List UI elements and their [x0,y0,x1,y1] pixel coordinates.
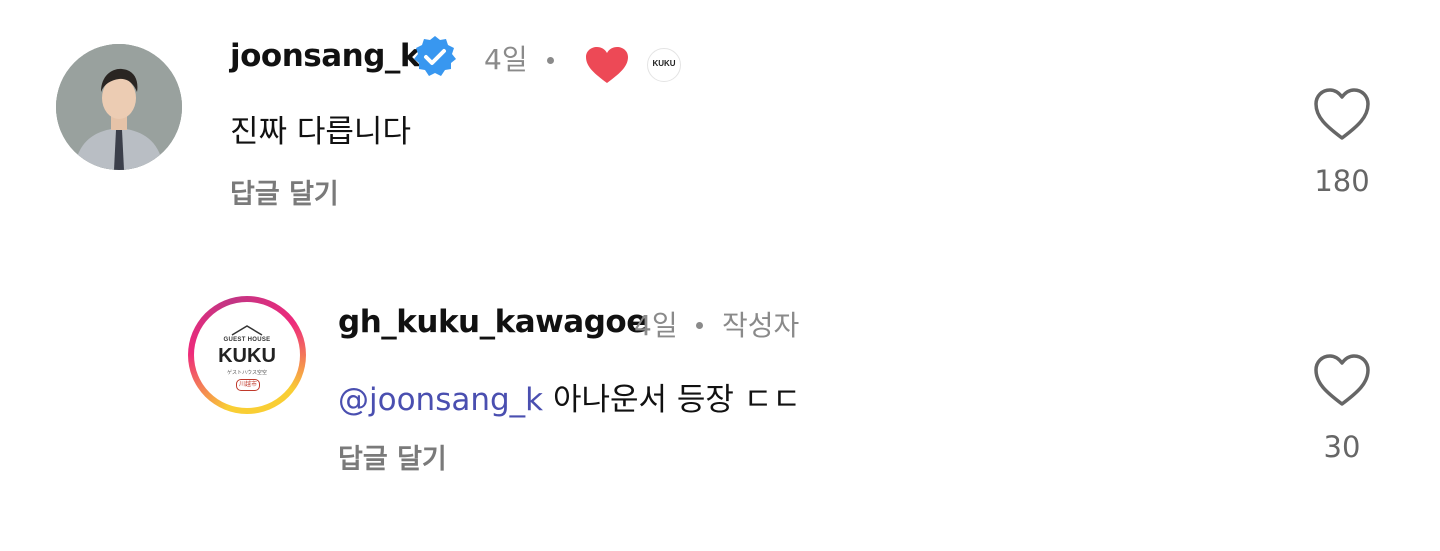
mention-link[interactable]: @joonsang_k [338,382,543,418]
author-tag: 작성자 [722,309,800,342]
like-count: 30 [1323,430,1361,464]
username[interactable]: gh_kuku_kawagoe [338,304,647,340]
separator-dot [696,322,703,329]
avatar-logo-top: GUEST HOUSE [223,337,271,343]
comment-body: 아나운서 등장 ㄷㄷ [543,382,801,418]
avatar-logo-sub: ゲストハウス空空 [226,370,267,376]
reply-button[interactable]: 답글 달기 [338,437,447,476]
avatar[interactable]: GUEST HOUSE KUKU ゲストハウス空空 川越市 [188,296,306,414]
roof-icon [231,325,263,336]
comment-reply: GUEST HOUSE KUKU ゲストハウス空空 川越市 gh_kuku_ka… [0,0,1440,551]
avatar-inner: GUEST HOUSE KUKU ゲストハウス空空 川越市 [194,302,300,408]
comment-text: @joonsang_k 아나운서 등장 ㄷㄷ [338,374,801,419]
avatar-logo-badge: 川越市 [236,379,260,391]
avatar-logo-name: KUKU [218,345,276,367]
like-heart-icon[interactable] [1312,352,1372,408]
comment-time: 4일 [634,309,678,342]
avatar-logo-circle: GUEST HOUSE KUKU ゲストハウス空空 川越市 [198,306,296,404]
